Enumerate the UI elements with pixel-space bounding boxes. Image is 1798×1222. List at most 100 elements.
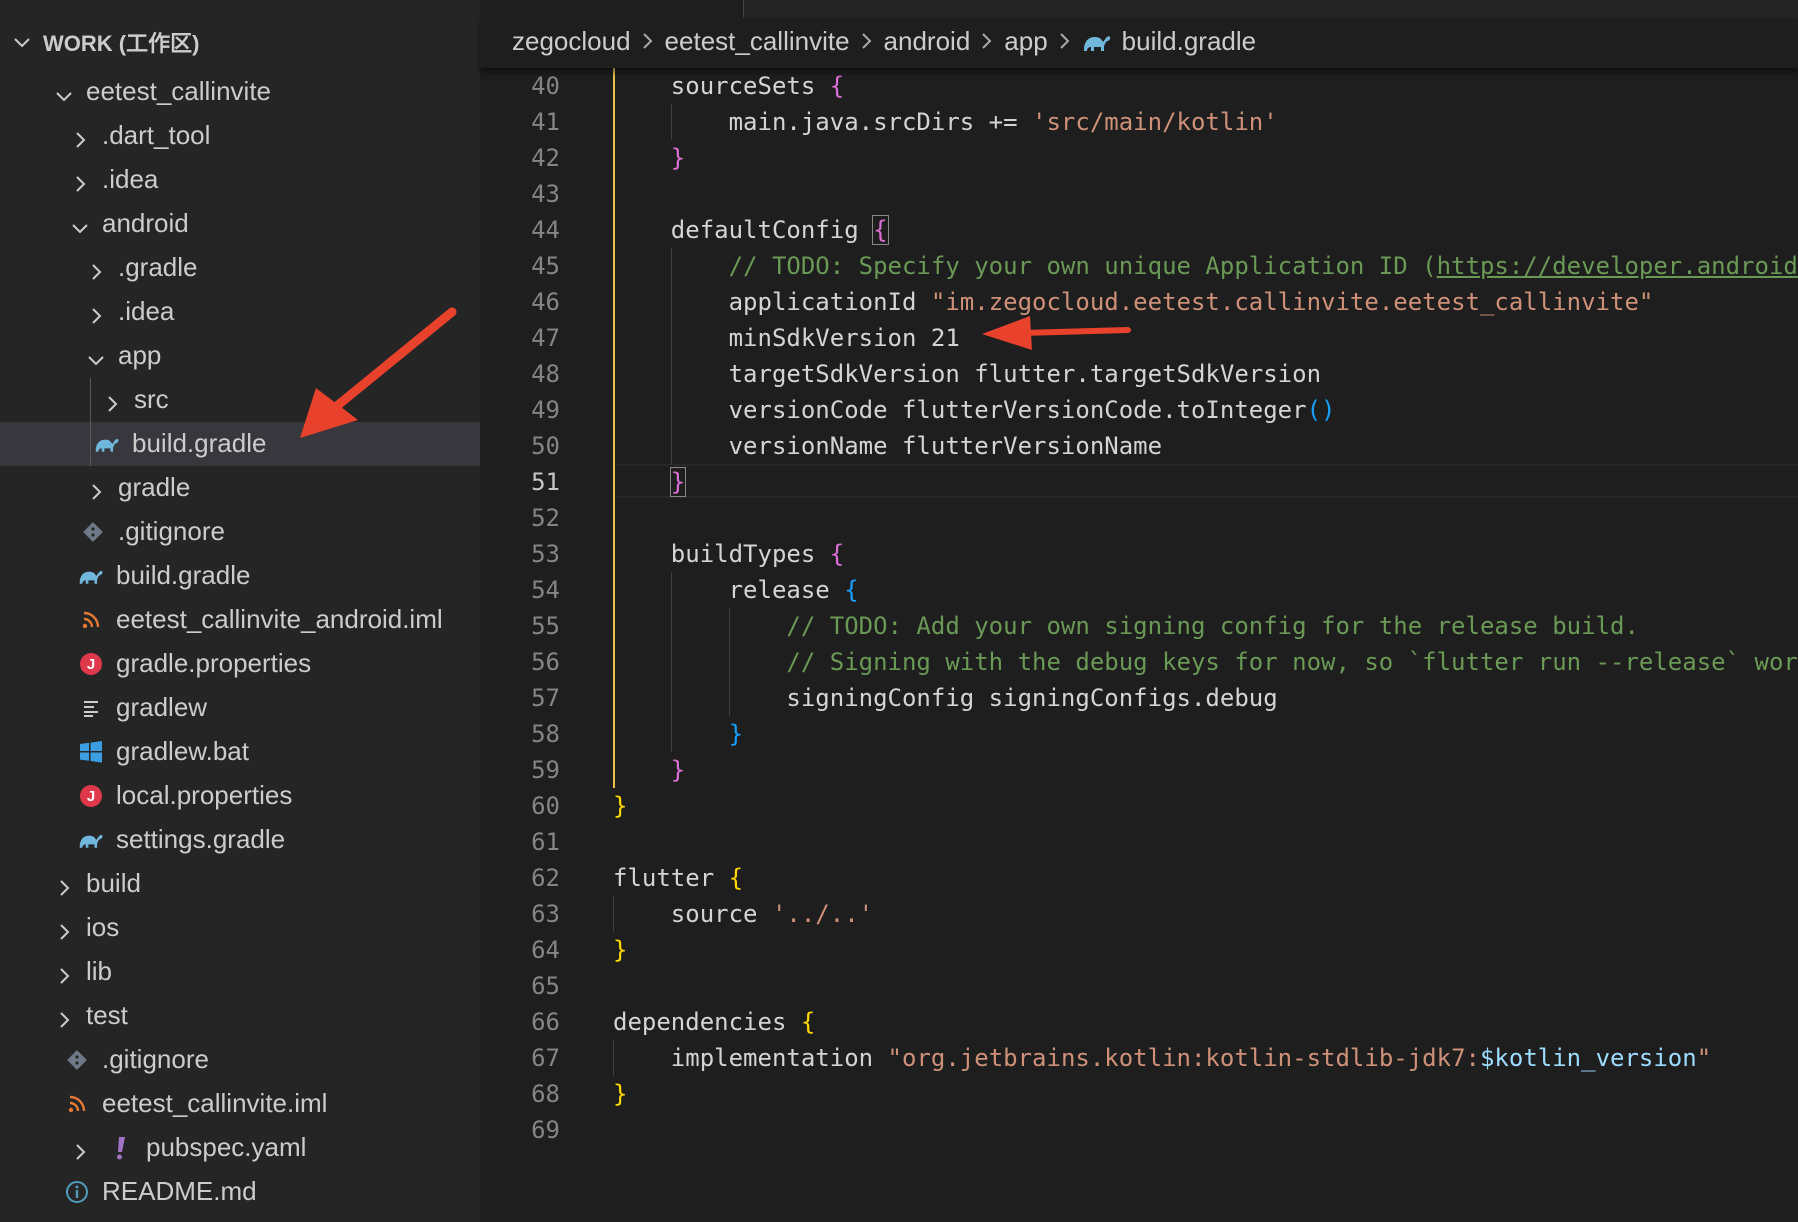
tab-strip-background [744, 0, 1798, 18]
code-line[interactable]: 52 [480, 500, 1798, 536]
tree-folder-lib[interactable]: lib [0, 950, 480, 994]
tree-folder-ios[interactable]: ios [0, 906, 480, 950]
code-line[interactable]: 47 minSdkVersion 21 [480, 320, 1798, 356]
code-line[interactable]: 54 release { [480, 572, 1798, 608]
tree-folder-eetest-callinvite[interactable]: eetest_callinvite [0, 70, 480, 114]
code-line[interactable]: 51 } [480, 464, 1798, 500]
code-token: main.java.srcDirs += [728, 108, 1033, 136]
code-line[interactable]: 62 flutter { [480, 860, 1798, 896]
code-line[interactable]: 55 // TODO: Add your own signing config … [480, 608, 1798, 644]
line-number: 57 [531, 684, 560, 712]
code-line[interactable]: 58 } [480, 716, 1798, 752]
tree-folder-src[interactable]: src [0, 378, 480, 422]
code-text: minSdkVersion 21 [613, 324, 960, 352]
line-number: 41 [531, 108, 560, 136]
tree-folder-android[interactable]: android [0, 202, 480, 246]
line-number: 52 [531, 504, 560, 532]
code-line[interactable]: 56 // Signing with the debug keys for no… [480, 644, 1798, 680]
code-line[interactable]: 42 } [480, 140, 1798, 176]
code-line[interactable]: 60} [480, 788, 1798, 824]
tree-folder-build[interactable]: build [0, 862, 480, 906]
code-token: https://developer.android [1436, 252, 1798, 280]
tree-file-gitignore[interactable]: .gitignore [0, 1038, 480, 1082]
rss-xml-icon [78, 607, 104, 633]
tree-item-label: build.gradle [132, 428, 267, 458]
code-line[interactable]: 67 implementation "org.jetbrains.kotlin:… [480, 1040, 1798, 1076]
code-line[interactable]: 41 main.java.srcDirs += 'src/main/kotlin… [480, 104, 1798, 140]
tree-file-gradle-properties[interactable]: Jgradle.properties [0, 642, 480, 686]
code-line[interactable]: 69 [480, 1112, 1798, 1148]
code-token: source [670, 900, 772, 928]
code-line[interactable]: 48 targetSdkVersion flutter.targetSdkVer… [480, 356, 1798, 392]
tree-item-label: gradle [118, 472, 191, 502]
code-line[interactable]: 59 } [480, 752, 1798, 788]
tree-file-pubspec-yaml[interactable]: pubspec.yaml [0, 1126, 480, 1170]
code-line[interactable]: 61 [480, 824, 1798, 860]
tree-folder-gradle[interactable]: .gradle [0, 246, 480, 290]
line-number: 69 [531, 1116, 560, 1144]
tree-file-gradlew-bat[interactable]: gradlew.bat [0, 730, 480, 774]
tree-file-settings-gradle[interactable]: settings.gradle [0, 818, 480, 862]
tree-file-gitignore[interactable]: .gitignore [0, 510, 480, 554]
tree-folder-test[interactable]: test [0, 994, 480, 1038]
code-line[interactable]: 66 dependencies { [480, 1004, 1798, 1040]
code-line[interactable]: 45 // TODO: Specify your own unique Appl… [480, 248, 1798, 284]
code-line[interactable]: 49 versionCode flutterVersionCode.toInte… [480, 392, 1798, 428]
code-text: } [613, 792, 627, 820]
code-token: } [670, 756, 686, 784]
code-editor[interactable]: 40 sourceSets {41 main.java.srcDirs += '… [480, 68, 1798, 1222]
code-line[interactable]: 46 applicationId "im.zegocloud.eetest.ca… [480, 284, 1798, 320]
tree-folder-idea[interactable]: .idea [0, 158, 480, 202]
code-line[interactable]: 57 signingConfig signingConfigs.debug [480, 680, 1798, 716]
code-line[interactable]: 63 source '../..' [480, 896, 1798, 932]
tree-item-label: gradle.properties [116, 648, 312, 678]
line-number: 66 [531, 1008, 560, 1036]
code-line[interactable]: 44 defaultConfig { [480, 212, 1798, 248]
breadcrumb-item[interactable]: app [1004, 26, 1047, 57]
chevron-right-icon [54, 874, 74, 896]
code-token: dependencies [613, 1008, 801, 1036]
chevron-right-icon [70, 1138, 90, 1160]
workspace-header[interactable]: WORK (工作区) [0, 18, 480, 66]
chevron-right-icon [86, 302, 106, 324]
code-line[interactable]: 53 buildTypes { [480, 536, 1798, 572]
code-line[interactable]: 68} [480, 1076, 1798, 1112]
code-line[interactable]: 65 [480, 968, 1798, 1004]
tree-item-label: build [86, 868, 141, 898]
line-number: 68 [531, 1080, 560, 1108]
code-line[interactable]: 64} [480, 932, 1798, 968]
editor-tab-bar [480, 0, 1798, 18]
tree-file-eetest-callinvite-android-iml[interactable]: eetest_callinvite_android.iml [0, 598, 480, 642]
tree-folder-gradle[interactable]: gradle [0, 466, 480, 510]
code-token: } [669, 467, 687, 497]
tree-file-readme-md[interactable]: README.md [0, 1170, 480, 1214]
tree-indent-guide [90, 378, 91, 466]
breadcrumb-item[interactable]: eetest_callinvite [665, 26, 850, 57]
code-line[interactable]: 43 [480, 176, 1798, 212]
line-number: 40 [531, 72, 560, 100]
tree-folder-idea[interactable]: .idea [0, 290, 480, 334]
code-text: } [613, 720, 743, 748]
code-line[interactable]: 40 sourceSets { [480, 68, 1798, 104]
tree-file-eetest-callinvite-iml[interactable]: eetest_callinvite.iml [0, 1082, 480, 1126]
line-number: 50 [531, 432, 560, 460]
line-number: 65 [531, 972, 560, 1000]
explorer-sidebar: WORK (工作区) eetest_callinvite .dart_tool .i… [0, 0, 480, 1222]
tree-file-build-gradle[interactable]: build.gradle [0, 422, 480, 466]
line-number: 64 [531, 936, 560, 964]
tree-folder-app[interactable]: app [0, 334, 480, 378]
breadcrumb-item[interactable]: build.gradle [1082, 26, 1256, 57]
chevron-right-icon [70, 126, 90, 148]
tree-item-label: local.properties [116, 780, 293, 810]
breadcrumb-item[interactable]: android [884, 26, 971, 57]
gradle-elephant-icon [78, 563, 104, 589]
tree-file-local-properties[interactable]: Jlocal.properties [0, 774, 480, 818]
chevron-right-icon [860, 26, 874, 57]
code-line[interactable]: 50 versionName flutterVersionName [480, 428, 1798, 464]
breadcrumb-item[interactable]: zegocloud [512, 26, 631, 57]
line-number: 62 [531, 864, 560, 892]
tree-file-build-gradle[interactable]: build.gradle [0, 554, 480, 598]
tree-folder-dart-tool[interactable]: .dart_tool [0, 114, 480, 158]
tree-file-gradlew[interactable]: gradlew [0, 686, 480, 730]
